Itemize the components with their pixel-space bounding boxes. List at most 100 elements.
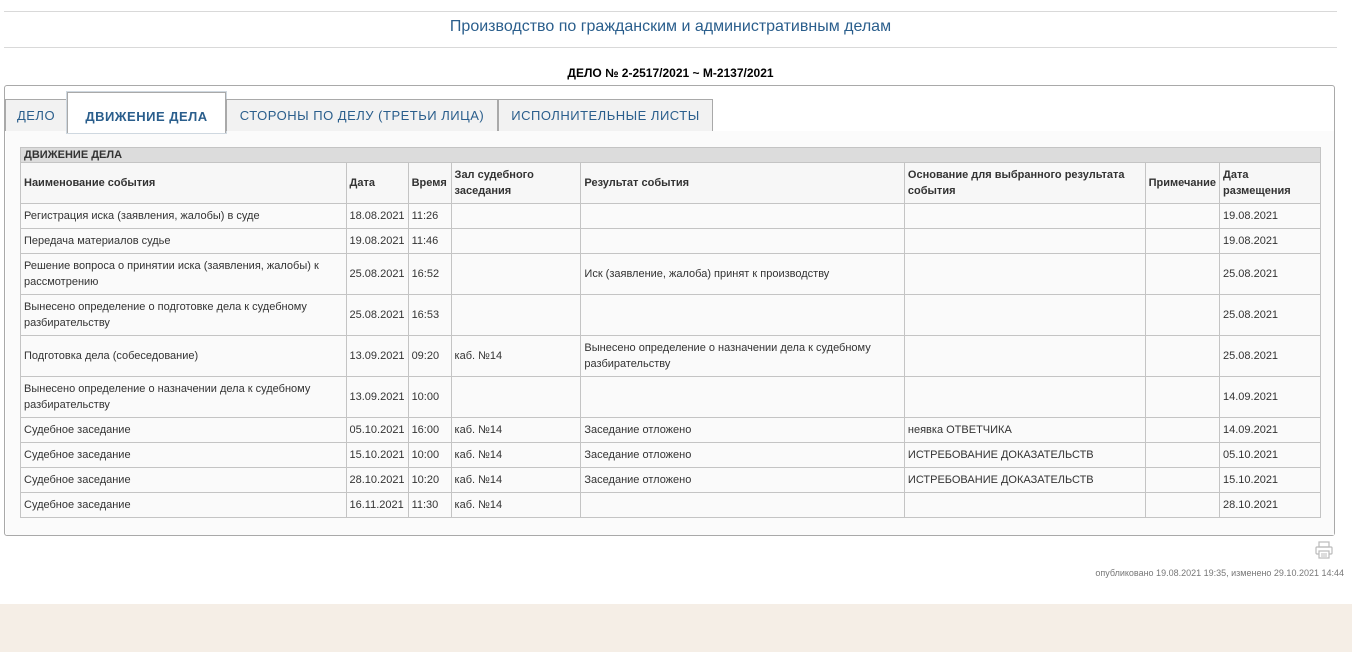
table-cell: 25.08.2021 — [1219, 335, 1321, 377]
table-cell: Вынесено определение о назначении дела к… — [20, 376, 347, 418]
table-cell — [903, 228, 1146, 254]
table-row: Вынесено определение о подготовке дела к… — [20, 294, 1321, 336]
table-cell: 18.08.2021 — [345, 203, 409, 229]
table-cell: Иск (заявление, жалоба) принят к произво… — [580, 253, 905, 295]
table-cell — [580, 228, 905, 254]
table-row: Решение вопроса о принятии иска (заявлен… — [20, 253, 1321, 295]
table-cell — [1144, 442, 1221, 468]
table-cell — [1144, 294, 1221, 336]
table-cell: 13.09.2021 — [345, 335, 409, 377]
table-cell — [580, 203, 905, 229]
table-cell: Заседание отложено — [580, 467, 905, 493]
table-cell: каб. №14 — [450, 335, 582, 377]
table-cell: 14.09.2021 — [1219, 417, 1321, 443]
table-cell: 19.08.2021 — [345, 228, 409, 254]
table-cell: 16:52 — [407, 253, 452, 295]
table-cell — [580, 376, 905, 418]
table-cell: каб. №14 — [450, 442, 582, 468]
column-header: Результат события — [580, 162, 905, 204]
table-cell: 16.11.2021 — [345, 492, 409, 518]
table-cell: Подготовка дела (собеседование) — [20, 335, 347, 377]
table-cell — [450, 203, 582, 229]
table-cell: 19.08.2021 — [1219, 203, 1321, 229]
table-cell: 25.08.2021 — [345, 294, 409, 336]
table-cell — [1144, 253, 1221, 295]
tab-case[interactable]: ДЕЛО — [5, 99, 67, 131]
table-row: Судебное заседание 05.10.2021 16:00 каб. №1… — [20, 417, 1321, 443]
table-cell — [903, 335, 1146, 377]
table-cell: Судебное заседание — [20, 417, 347, 443]
table-cell: неявка ОТВЕТЧИКА — [903, 417, 1146, 443]
title-rule — [4, 47, 1337, 48]
printer-icon[interactable] — [1314, 541, 1334, 559]
table-cell: 10:00 — [407, 442, 452, 468]
footer-band — [0, 604, 1352, 652]
table-cell: ИСТРЕБОВАНИЕ ДОКАЗАТЕЛЬСТВ — [903, 467, 1146, 493]
table-cell: Решение вопроса о принятии иска (заявлен… — [20, 253, 347, 295]
table-cell: 25.08.2021 — [345, 253, 409, 295]
table-cell — [903, 203, 1146, 229]
table-cell: 11:26 — [407, 203, 452, 229]
table-cell: Вынесено определение о назначении дела к… — [580, 335, 905, 377]
table-cell: Заседание отложено — [580, 442, 905, 468]
page-title: Производство по гражданским и администра… — [449, 18, 892, 35]
table-cell: ИСТРЕБОВАНИЕ ДОКАЗАТЕЛЬСТВ — [903, 442, 1146, 468]
table-cell: 10:00 — [407, 376, 452, 418]
table-cell — [1144, 335, 1221, 377]
table-cell: каб. №14 — [450, 467, 582, 493]
table-row: Регистрация иска (заявления, жалобы) в с… — [20, 203, 1321, 229]
table-cell — [903, 376, 1146, 418]
table-cell: 05.10.2021 — [345, 417, 409, 443]
tab-writs[interactable]: ИСПОЛНИТЕЛЬНЫЕ ЛИСТЫ — [498, 99, 713, 131]
table-caption: ДВИЖЕНИЕ ДЕЛА — [20, 147, 1321, 163]
table-cell — [1144, 417, 1221, 443]
table-cell — [450, 253, 582, 295]
table-cell: 28.10.2021 — [1219, 492, 1321, 518]
tab-case-movement[interactable]: ДВИЖЕНИЕ ДЕЛА — [66, 91, 227, 134]
column-header: Наименование события — [20, 162, 347, 204]
column-header: Зал судебного заседания — [450, 162, 582, 204]
table-cell: 25.08.2021 — [1219, 294, 1321, 336]
table-row: Судебное заседание 28.10.2021 10:20 каб. №1… — [20, 467, 1321, 493]
column-header: Время — [407, 162, 452, 204]
table-cell — [1144, 376, 1221, 418]
publication-info: опубликовано 19.08.2021 19:35, изменено … — [1095, 568, 1344, 578]
table-cell — [450, 228, 582, 254]
table-row: Передача материалов судье 19.08.2021 11:46… — [20, 228, 1321, 254]
case-movement-table: ДВИЖЕНИЕ ДЕЛА Наименование события Дата … — [20, 147, 1321, 518]
column-header: Дата — [345, 162, 409, 204]
table-cell: 19.08.2021 — [1219, 228, 1321, 254]
table-cell — [580, 492, 905, 518]
table-cell — [1144, 228, 1221, 254]
column-header: Примечание — [1144, 162, 1221, 204]
tab-parties[interactable]: СТОРОНЫ ПО ДЕЛУ (ТРЕТЬИ ЛИЦА) — [226, 99, 498, 131]
table-cell: 14.09.2021 — [1219, 376, 1321, 418]
table-cell — [450, 294, 582, 336]
table-row: Судебное заседание 16.11.2021 11:30 каб. №1… — [20, 492, 1321, 518]
table-cell: 13.09.2021 — [345, 376, 409, 418]
table-cell: Вынесено определение о подготовке дела к… — [20, 294, 347, 336]
table-cell: 16:00 — [407, 417, 452, 443]
table-cell — [450, 376, 582, 418]
table-cell: 10:20 — [407, 467, 452, 493]
table-cell: Регистрация иска (заявления, жалобы) в с… — [20, 203, 347, 229]
table-cell: Судебное заседание — [20, 467, 347, 493]
table-cell — [1144, 492, 1221, 518]
table-cell: 25.08.2021 — [1219, 253, 1321, 295]
table-header-row: Наименование события Дата Время Зал суде… — [20, 162, 1321, 204]
table-cell: 16:53 — [407, 294, 452, 336]
table-cell: 15.10.2021 — [1219, 467, 1321, 493]
table-row: Вынесено определение о назначении дела к… — [20, 376, 1321, 418]
table-row: Подготовка дела (собеседование) 13.09.202… — [20, 335, 1321, 377]
column-header: Основание для выбранного результата собы… — [903, 162, 1146, 204]
table-cell: 11:46 — [407, 228, 452, 254]
table-cell: каб. №14 — [450, 492, 582, 518]
column-header: Дата размещения — [1219, 162, 1321, 204]
case-number: ДЕЛО № 2-2517/2021 ~ М-2137/2021 — [567, 66, 774, 80]
table-cell: Судебное заседание — [20, 442, 347, 468]
table-cell: каб. №14 — [450, 417, 582, 443]
table-cell: 05.10.2021 — [1219, 442, 1321, 468]
table-cell — [903, 492, 1146, 518]
table-cell: 28.10.2021 — [345, 467, 409, 493]
table-cell: Судебное заседание — [20, 492, 347, 518]
